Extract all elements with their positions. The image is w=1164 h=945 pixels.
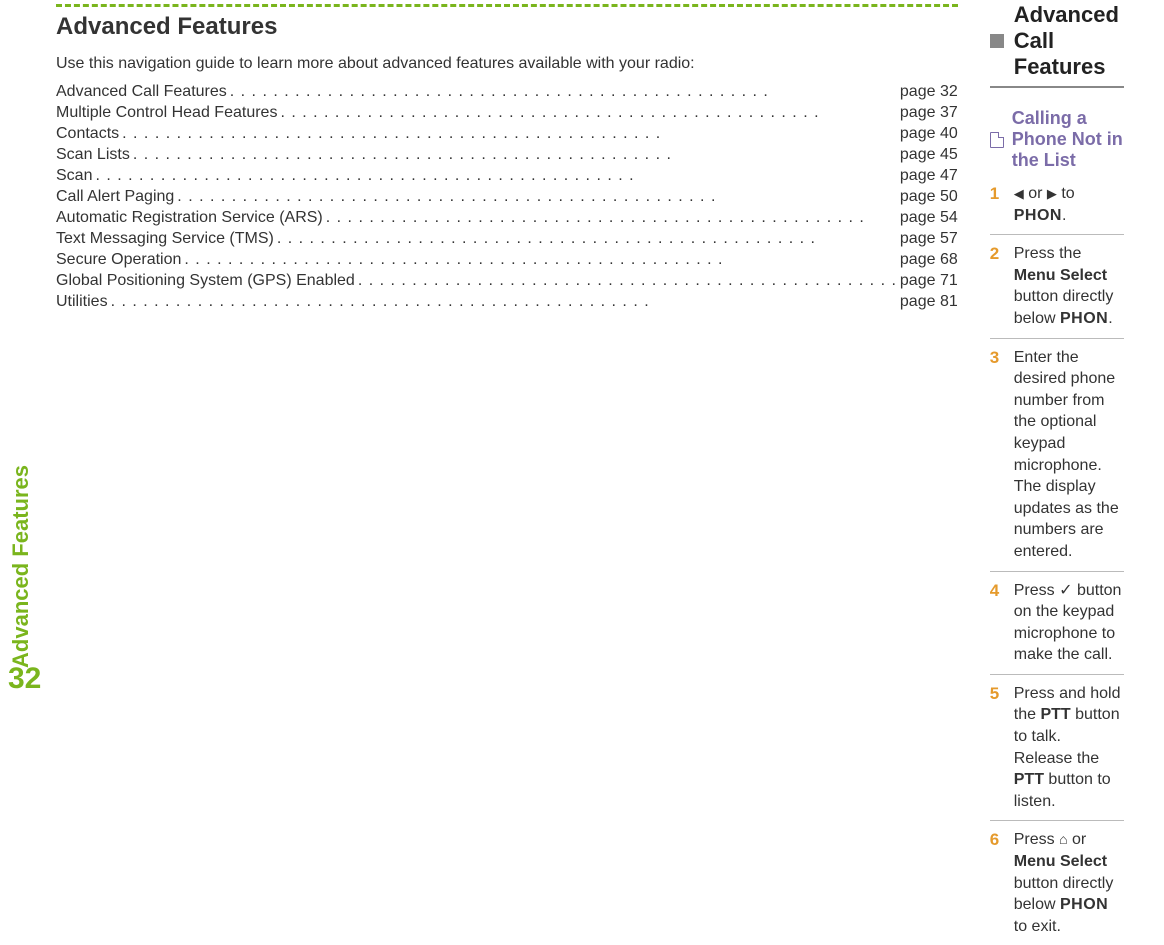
toc-row: Scan Lists page 45 — [56, 146, 958, 164]
step-row: 3 Enter the desired phone number from th… — [990, 339, 1124, 572]
toc-row: Multiple Control Head Features page 37 — [56, 104, 958, 122]
toc-label: Text Messaging Service (TMS) — [56, 230, 274, 248]
text: to — [1057, 185, 1075, 202]
toc-row: Text Messaging Service (TMS) page 57 — [56, 230, 958, 248]
toc-label: Contacts — [56, 125, 119, 143]
page-title: Advanced Features — [56, 13, 958, 41]
section-title: Advanced Call Features — [1014, 2, 1124, 80]
bold-text: Menu Select — [1014, 267, 1107, 284]
right-arrow-icon: ▶ — [1047, 185, 1057, 203]
toc-label: Advanced Call Features — [56, 83, 227, 101]
toc-row: Call Alert Paging page 50 — [56, 188, 958, 206]
toc-row: Advanced Call Features page 32 — [56, 83, 958, 101]
step-number: 6 — [990, 829, 1014, 937]
text: or — [1024, 185, 1047, 202]
section-bullet-icon — [990, 34, 1004, 48]
step-row: 6 Press ⌂ or Menu Select button directly… — [990, 821, 1124, 945]
intro-text: Use this navigation guide to learn more … — [56, 53, 958, 75]
step-text: Enter the desired phone number from the … — [1014, 347, 1124, 563]
step-number: 5 — [990, 683, 1014, 813]
toc-row: Contacts page 40 — [56, 125, 958, 143]
toc-list: Advanced Call Features page 32 Multiple C… — [56, 83, 958, 311]
toc-dots — [230, 83, 897, 101]
step-row: 5 Press and hold the PTT button to talk.… — [990, 675, 1124, 822]
left-column: Advanced Features Use this navigation gu… — [56, 0, 978, 945]
text: Press — [1014, 582, 1059, 599]
toc-label: Global Positioning System (GPS) Enabled — [56, 272, 355, 290]
text: Press — [1014, 831, 1059, 848]
toc-dots — [177, 188, 897, 206]
subsection-header: Calling a Phone Not in the List — [990, 108, 1124, 171]
bold-text: Menu Select — [1014, 853, 1107, 870]
steps-list: 1 ◀ or ▶ to PHON. 2 Press the Menu Selec… — [990, 175, 1124, 945]
toc-row: Global Positioning System (GPS) Enabled p… — [56, 272, 958, 290]
toc-page: page 47 — [900, 167, 958, 185]
toc-label: Secure Operation — [56, 251, 181, 269]
toc-row: Scan page 47 — [56, 167, 958, 185]
toc-label: Utilities — [56, 293, 108, 311]
toc-label: Scan — [56, 167, 92, 185]
dashed-divider — [56, 4, 958, 7]
step-row: 4 Press ✓ button on the keypad microphon… — [990, 572, 1124, 675]
toc-page: page 40 — [900, 125, 958, 143]
toc-label: Automatic Registration Service (ARS) — [56, 209, 323, 227]
toc-page: page 57 — [900, 230, 958, 248]
subsection-title: Calling a Phone Not in the List — [1012, 108, 1124, 171]
step-number: 3 — [990, 347, 1014, 563]
home-icon: ⌂ — [1059, 830, 1067, 849]
step-text: Press ⌂ or Menu Select button directly b… — [1014, 829, 1124, 937]
toc-dots — [95, 167, 896, 185]
toc-row: Automatic Registration Service (ARS) page… — [56, 209, 958, 227]
step-row: 2 Press the Menu Select button directly … — [990, 235, 1124, 338]
toc-page: page 37 — [900, 104, 958, 122]
step-number: 1 — [990, 183, 1014, 226]
toc-page: page 81 — [900, 293, 958, 311]
step-number: 2 — [990, 243, 1014, 329]
text: or — [1068, 831, 1087, 848]
step-row: 1 ◀ or ▶ to PHON. — [990, 175, 1124, 235]
left-arrow-icon: ◀ — [1014, 185, 1024, 203]
toc-dots — [111, 293, 897, 311]
toc-dots — [326, 209, 897, 227]
toc-page: page 68 — [900, 251, 958, 269]
bold-text: PTT — [1040, 706, 1070, 723]
toc-dots — [358, 272, 897, 290]
text: . — [1108, 310, 1112, 327]
toc-page: page 54 — [900, 209, 958, 227]
toc-dots — [280, 104, 896, 122]
step-text: Press the Menu Select button directly be… — [1014, 243, 1124, 329]
toc-dots — [184, 251, 897, 269]
step-number: 4 — [990, 580, 1014, 666]
check-icon: ✓ — [1059, 582, 1072, 599]
toc-page: page 32 — [900, 83, 958, 101]
toc-dots — [122, 125, 897, 143]
toc-row: Utilities page 81 — [56, 293, 958, 311]
section-header: Advanced Call Features — [990, 2, 1124, 88]
display-text: PHON — [1014, 207, 1062, 224]
display-text: PHON — [1060, 310, 1108, 327]
page-number: 32 — [8, 662, 41, 696]
page-content: Advanced Features Use this navigation gu… — [0, 0, 1164, 945]
side-tab-label: Advanced Features — [8, 465, 34, 668]
toc-dots — [133, 146, 897, 164]
right-column: Advanced Call Features Calling a Phone N… — [978, 0, 1144, 945]
toc-label: Call Alert Paging — [56, 188, 174, 206]
step-text: Press ✓ button on the keypad microphone … — [1014, 580, 1124, 666]
toc-page: page 50 — [900, 188, 958, 206]
toc-dots — [277, 230, 897, 248]
bold-text: PTT — [1014, 771, 1044, 788]
toc-label: Scan Lists — [56, 146, 130, 164]
step-text: Press and hold the PTT button to talk. R… — [1014, 683, 1124, 813]
toc-label: Multiple Control Head Features — [56, 104, 277, 122]
display-text: PHON — [1060, 896, 1108, 913]
toc-row: Secure Operation page 68 — [56, 251, 958, 269]
document-icon — [990, 132, 1004, 148]
toc-page: page 71 — [900, 272, 958, 290]
toc-page: page 45 — [900, 146, 958, 164]
text: to exit. — [1014, 918, 1061, 935]
text: Press the — [1014, 245, 1082, 262]
step-text: ◀ or ▶ to PHON. — [1014, 183, 1124, 226]
